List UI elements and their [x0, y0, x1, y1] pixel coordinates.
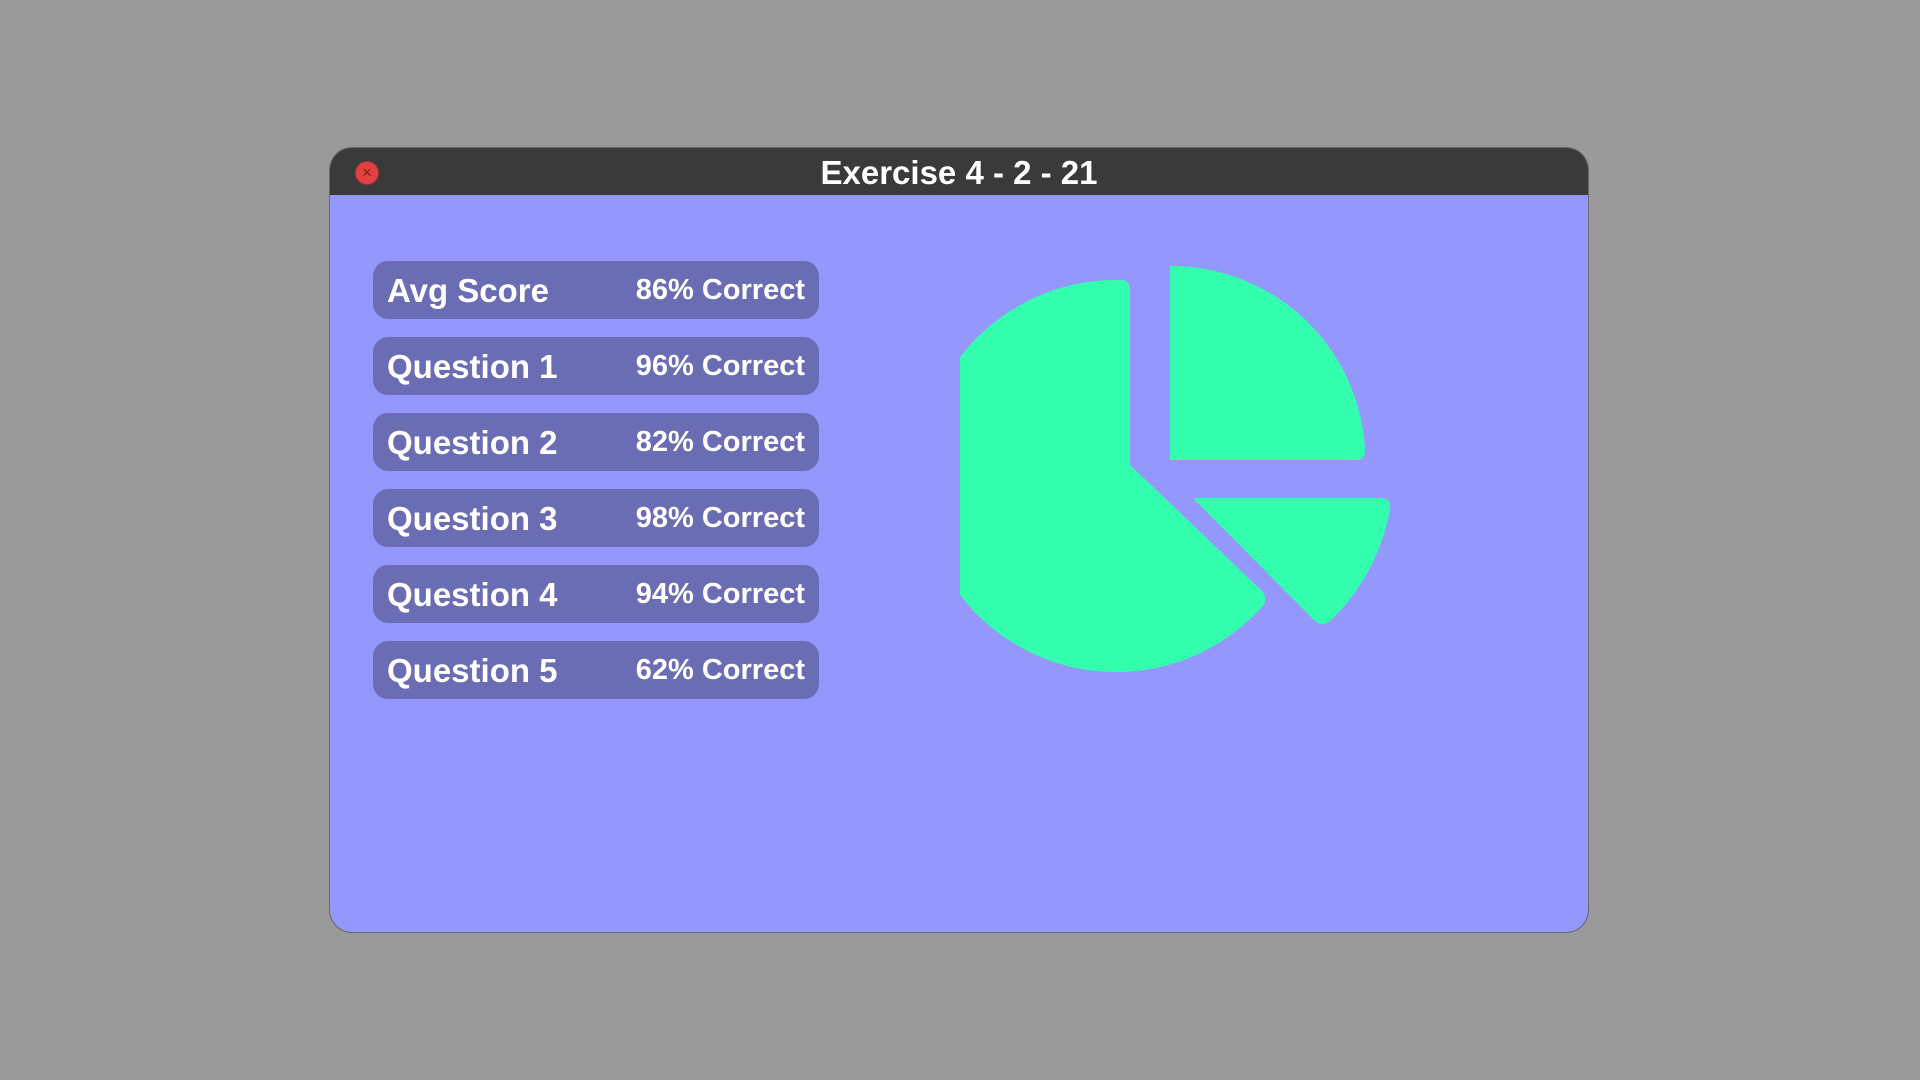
score-list: Avg Score 86% Correct Question 1 96% Cor…: [373, 261, 819, 717]
score-value: 82% Correct: [635, 426, 805, 458]
score-row-question-1: Question 1 96% Correct: [373, 337, 819, 395]
stats-window: ✕ Exercise 4 - 2 - 21 Avg Score 86% Corr…: [330, 148, 1588, 932]
score-label: Question 5: [387, 652, 558, 689]
score-value: 62% Correct: [635, 654, 805, 686]
score-row-question-3: Question 3 98% Correct: [373, 489, 819, 547]
score-label: Question 3: [387, 500, 558, 537]
title-bar[interactable]: ✕ Exercise 4 - 2 - 21: [330, 148, 1588, 195]
score-row-avg: Avg Score 86% Correct: [373, 261, 819, 319]
score-label: Question 2: [387, 424, 558, 461]
score-value: 86% Correct: [635, 274, 805, 306]
pie-segment-top-right: [1170, 265, 1365, 460]
score-value: 96% Correct: [635, 350, 805, 382]
score-value: 98% Correct: [635, 502, 805, 534]
score-row-question-2: Question 2 82% Correct: [373, 413, 819, 471]
score-row-question-5: Question 5 62% Correct: [373, 641, 819, 699]
score-row-question-4: Question 4 94% Correct: [373, 565, 819, 623]
score-label: Question 1: [387, 348, 558, 385]
window-title: Exercise 4 - 2 - 21: [820, 154, 1098, 191]
score-label: Question 4: [387, 576, 558, 613]
pie-chart-icon: [960, 265, 1391, 672]
score-label: Avg Score: [387, 272, 550, 309]
score-value: 94% Correct: [635, 578, 805, 610]
